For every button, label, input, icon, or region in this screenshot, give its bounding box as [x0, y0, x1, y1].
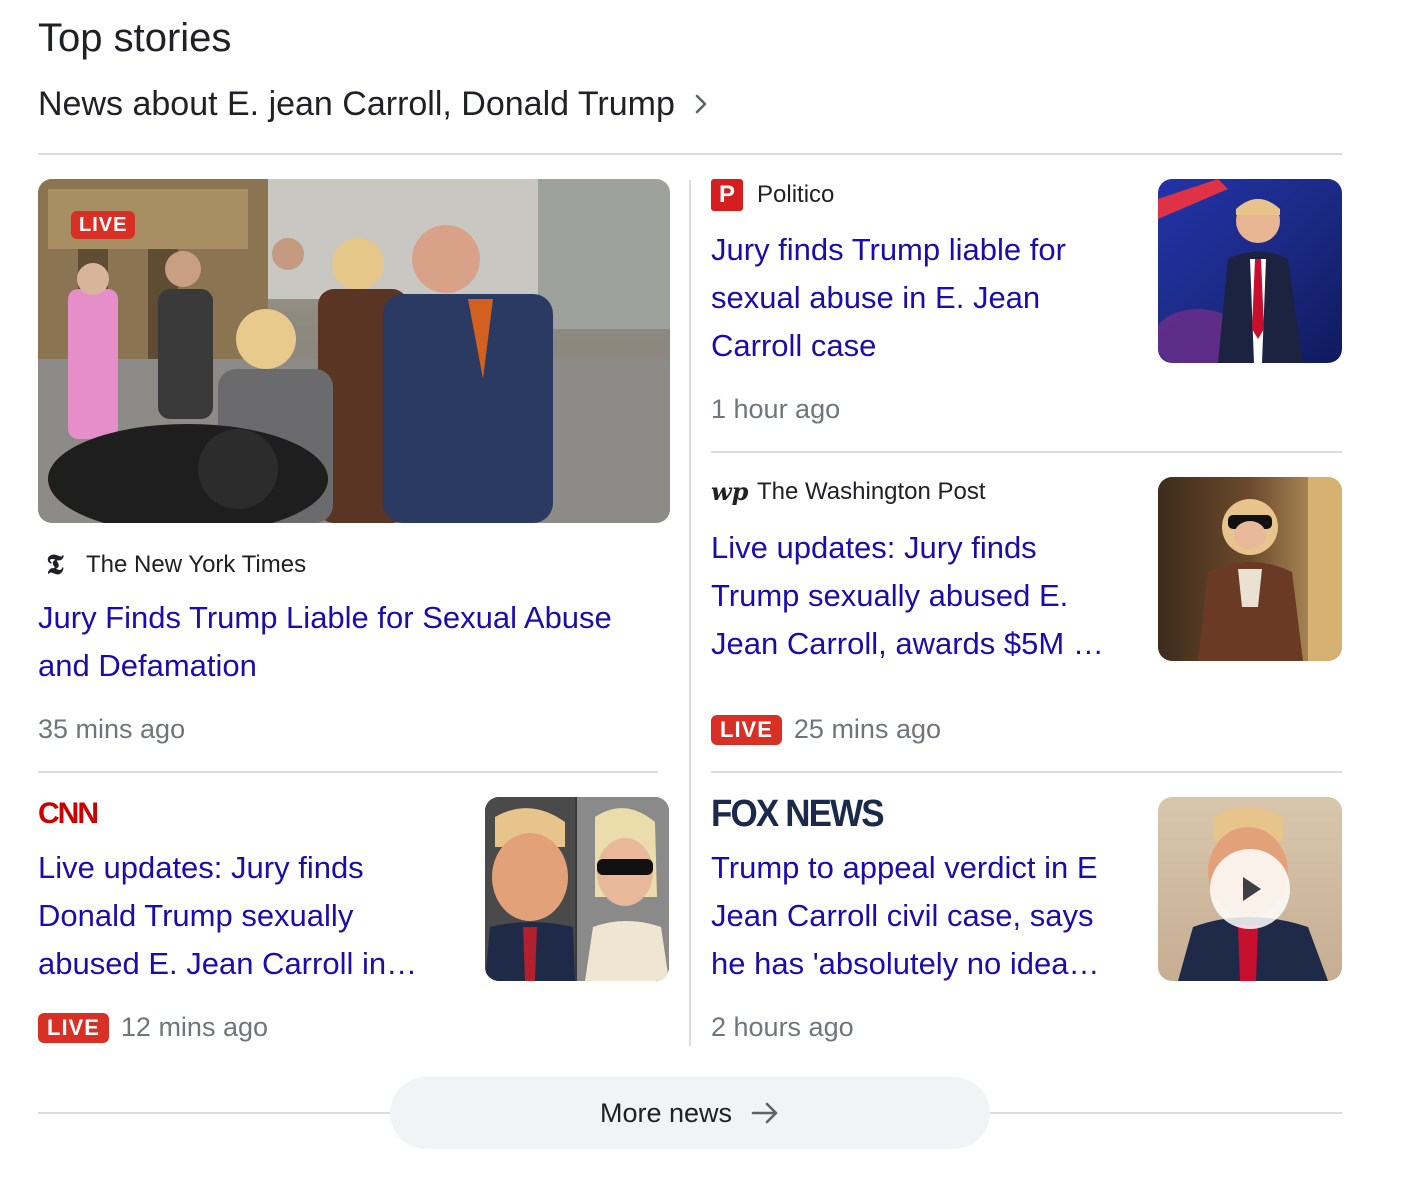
play-button[interactable] — [1210, 849, 1290, 929]
story-image-cnn — [485, 797, 669, 981]
source-name: The Washington Post — [757, 477, 986, 505]
source-nyt: 𝕿 The New York Times — [38, 548, 306, 582]
fox-news-logo-icon: FOX NEWS — [711, 793, 885, 835]
source-cnn: CNN — [38, 797, 99, 831]
story-image-politico — [1158, 179, 1342, 363]
live-badge-image: LIVE — [71, 211, 136, 239]
divider — [711, 451, 1342, 453]
timestamp-nyt: 35 mins ago — [38, 714, 186, 744]
source-wapo: wp The Washington Post — [711, 477, 986, 506]
headline-cnn[interactable]: Live updates: Jury finds Donald Trump se… — [38, 844, 468, 988]
more-divider-left — [38, 1112, 390, 1114]
header-divider — [38, 153, 1342, 155]
story-image-fox — [1158, 797, 1342, 981]
divider — [38, 771, 658, 773]
topic-link-label: News about E. jean Carroll, Donald Trump — [38, 85, 675, 123]
headline-fox[interactable]: Trump to appeal verdict in E Jean Carrol… — [711, 844, 1141, 988]
chevron-right-icon — [695, 94, 707, 114]
source-name: Politico — [757, 181, 835, 208]
timestamp-wapo: LIVE 25 mins ago — [711, 714, 941, 745]
source-politico: P Politico — [711, 179, 834, 211]
headline-wapo[interactable]: Live updates: Jury finds Trump sexually … — [711, 524, 1141, 668]
timestamp-cnn: LIVE 12 mins ago — [38, 1012, 268, 1043]
live-badge: LIVE — [38, 1012, 109, 1043]
cnn-logo-icon: CNN — [38, 797, 99, 830]
story-image-wapo — [1158, 477, 1342, 661]
timestamp-fox: 2 hours ago — [711, 1012, 854, 1042]
wapo-logo-icon: wp — [711, 477, 749, 506]
source-name: The New York Times — [86, 551, 307, 578]
live-badge: LIVE — [711, 714, 782, 745]
timestamp-politico: 1 hour ago — [711, 394, 841, 424]
story-image-nyt: LIVE — [38, 179, 670, 523]
divider — [711, 771, 1342, 773]
arrow-right-icon — [751, 1102, 778, 1124]
column-divider — [689, 180, 691, 1046]
source-fox: FOX NEWS — [711, 793, 898, 836]
politico-logo-icon: P — [711, 179, 743, 211]
play-icon — [1243, 877, 1261, 901]
nyt-logo-icon: 𝕿 — [46, 548, 64, 581]
more-news-button[interactable]: More news — [390, 1077, 990, 1149]
more-divider-right — [990, 1112, 1342, 1114]
headline-politico[interactable]: Jury finds Trump liable for sexual abuse… — [711, 226, 1141, 370]
more-news-label: More news — [599, 1097, 733, 1128]
topic-link[interactable]: News about E. jean Carroll, Donald Trump — [38, 82, 713, 126]
headline-nyt[interactable]: Jury Finds Trump Liable for Sexual Abuse… — [38, 594, 668, 690]
section-title: Top stories — [38, 16, 232, 60]
